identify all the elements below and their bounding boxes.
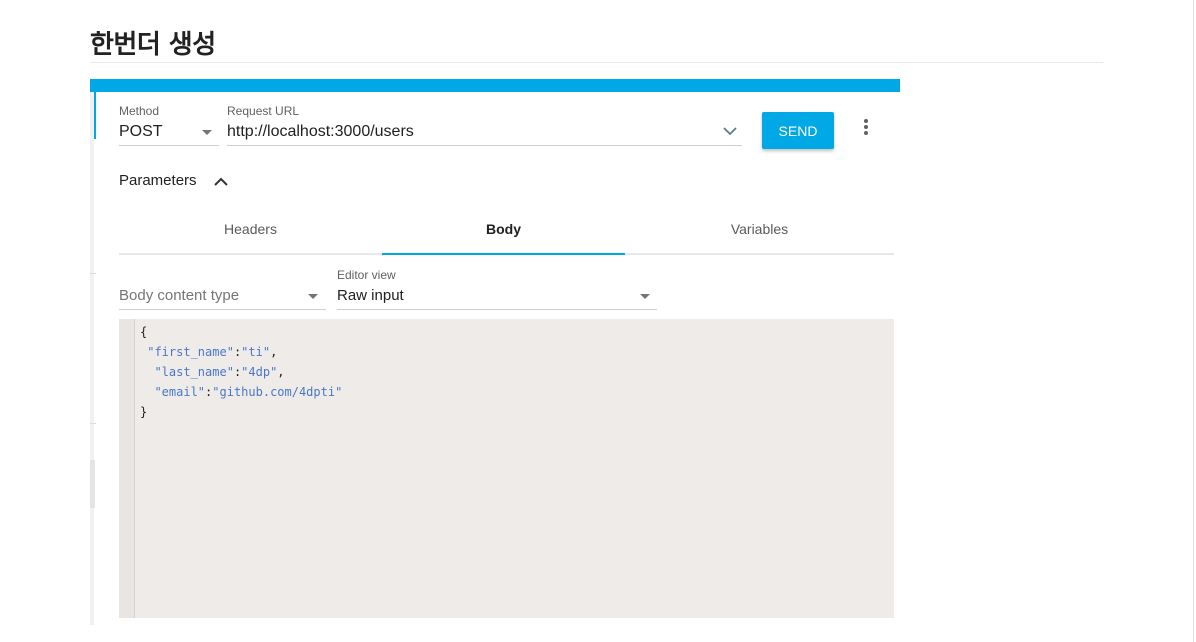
editor-view-value[interactable]: Raw input [337,287,404,304]
json-value: "github.com/4dpti" [212,385,343,399]
tab-body[interactable]: Body [382,206,625,253]
parameters-label[interactable]: Parameters [119,172,197,189]
code-line: "email":"github.com/4dpti" [154,385,343,399]
page-title: 한번더 생성 [90,30,216,60]
card-left-block [90,460,95,508]
json-key: "email" [154,385,206,399]
code-line: } [140,405,148,419]
card-left-divider [90,273,96,274]
body-content-type-placeholder[interactable]: Body content type [119,287,239,304]
tab-headers[interactable]: Headers [119,206,382,253]
parameter-tabs: Headers Body Variables [119,206,894,256]
window-edge [1193,0,1194,642]
json-value: "ti" [241,345,271,359]
url-label: Request URL [227,104,300,118]
send-button[interactable]: SEND [762,112,834,149]
code-line: "last_name":"4dp", [154,365,285,379]
json-key: "last_name" [154,365,234,379]
json-value: "4dp" [241,365,278,379]
method-underline [119,145,219,146]
method-value[interactable]: POST [119,123,163,141]
content-type-underline [119,309,326,310]
card-left-shadow [90,92,94,625]
dropdown-caret-icon[interactable] [308,294,318,299]
active-tab-indicator [382,253,625,255]
dropdown-caret-icon[interactable] [202,130,212,135]
code-line: { [140,325,148,339]
editor-view-underline [337,309,657,310]
chevron-down-icon[interactable] [722,123,738,139]
editor-view-label: Editor view [337,268,396,282]
chevron-up-icon[interactable] [212,174,230,190]
json-key: "first_name" [147,345,234,359]
code-line: "first_name":"ti", [147,345,278,359]
url-value[interactable]: http://localhost:3000/users [227,123,414,141]
dropdown-caret-icon[interactable] [640,294,650,299]
method-label: Method [119,104,160,118]
card-left-divider [90,423,96,424]
editor-gutter [119,319,135,618]
tab-variables[interactable]: Variables [625,206,894,253]
more-vert-icon[interactable] [858,119,874,139]
title-divider [90,62,1103,63]
url-underline [227,145,742,146]
code-content[interactable]: { "first_name":"ti", "last_name":"4dp", … [140,322,342,422]
body-code-editor[interactable]: { "first_name":"ti", "last_name":"4dp", … [119,319,894,618]
card-accent-bar [90,79,900,92]
